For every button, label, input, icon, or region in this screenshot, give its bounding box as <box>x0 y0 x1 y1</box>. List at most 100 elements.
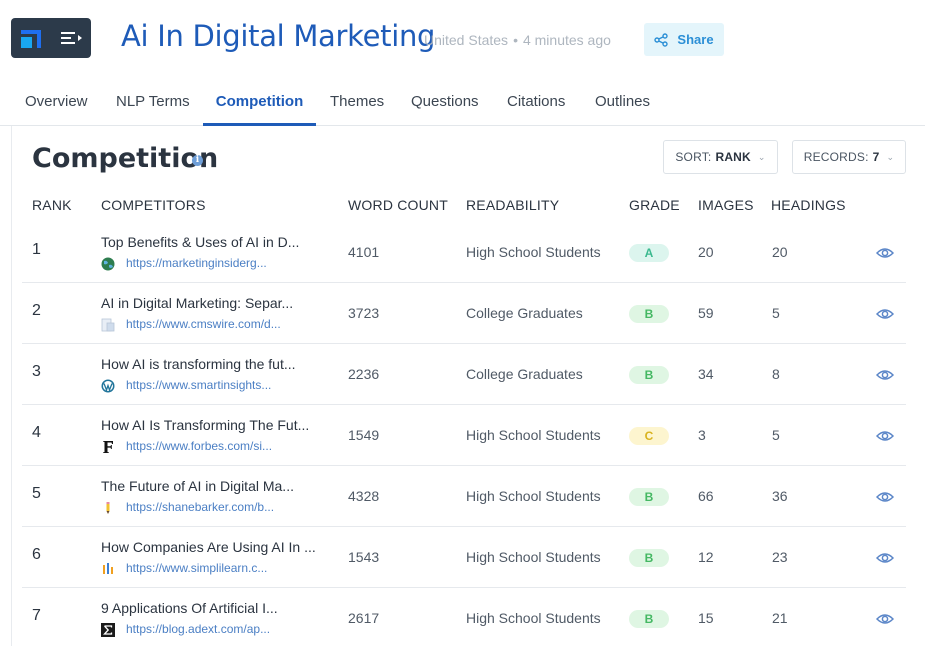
info-icon[interactable]: i <box>192 155 203 166</box>
word-count: 4101 <box>348 244 380 260</box>
column-header-competitors[interactable]: COMPETITORS <box>101 197 206 213</box>
competitor-url[interactable]: https://marketinginsiderg... <box>126 256 267 270</box>
sigma-icon <box>101 623 115 637</box>
competitor-url[interactable]: https://www.forbes.com/si... <box>126 439 272 453</box>
app-menu-button[interactable] <box>11 18 91 58</box>
top-header: Ai In Digital Marketing United States • 4 … <box>0 0 925 78</box>
readability: High School Students <box>466 244 601 260</box>
grade-badge: A <box>629 244 669 262</box>
table-row[interactable]: 7 9 Applications Of Artificial I... http… <box>22 588 906 646</box>
competition-panel: Competition i SORT: RANK ⌄ RECORDS: 7 ⌄ RANK… <box>11 126 925 646</box>
share-button[interactable]: Share <box>644 23 724 56</box>
grade-badge: B <box>629 610 669 628</box>
competitor-title[interactable]: How Companies Are Using AI In ... <box>101 539 316 555</box>
competitor-title[interactable]: How AI Is Transforming The Fut... <box>101 417 309 433</box>
rank-value: 6 <box>32 546 41 563</box>
wordpress-icon <box>101 379 115 393</box>
headings-count: 8 <box>772 366 780 382</box>
table-row[interactable]: 1 Top Benefits & Uses of AI in D... http… <box>22 222 906 283</box>
tab-citations[interactable]: Citations <box>507 80 565 126</box>
headings-count: 20 <box>772 244 788 260</box>
readability: College Graduates <box>466 366 583 382</box>
sort-dropdown[interactable]: SORT: RANK ⌄ <box>663 140 778 174</box>
tab-overview[interactable]: Overview <box>25 80 88 126</box>
share-label: Share <box>677 32 714 47</box>
globe-icon <box>101 257 115 271</box>
column-header-word-count[interactable]: WORD COUNT <box>348 197 448 213</box>
column-header-images[interactable]: IMAGES <box>698 197 754 213</box>
competitor-url[interactable]: https://www.smartinsights... <box>126 378 271 392</box>
competitor-url[interactable]: https://www.simplilearn.c... <box>126 561 267 575</box>
eye-icon[interactable] <box>876 612 894 626</box>
tab-nlp-terms[interactable]: NLP Terms <box>116 80 190 126</box>
competitor-title[interactable]: 9 Applications Of Artificial I... <box>101 600 278 616</box>
images-count: 12 <box>698 549 714 565</box>
tab-themes[interactable]: Themes <box>330 80 384 126</box>
meta-separator: • <box>513 32 518 48</box>
chevron-down-icon: ⌄ <box>886 151 895 162</box>
records-label: RECORDS: <box>803 150 869 164</box>
images-count: 3 <box>698 427 706 443</box>
headings-count: 23 <box>772 549 788 565</box>
table-row[interactable]: 4 How AI Is Transforming The Fut... http… <box>22 405 906 466</box>
rank-value: 1 <box>32 241 41 258</box>
readability: High School Students <box>466 488 601 504</box>
table-row[interactable]: 2 AI in Digital Marketing: Separ... http… <box>22 283 906 344</box>
page-title: Ai In Digital Marketing <box>121 19 436 53</box>
images-count: 15 <box>698 610 714 626</box>
images-count: 66 <box>698 488 714 504</box>
column-header-grade[interactable]: GRADE <box>629 197 680 213</box>
competitor-title[interactable]: How AI is transforming the fut... <box>101 356 296 372</box>
readability: High School Students <box>466 427 601 443</box>
headings-count: 5 <box>772 305 780 321</box>
grade-badge: B <box>629 305 669 323</box>
word-count: 4328 <box>348 488 380 504</box>
tab-bar: Overview NLP Terms Competition Themes Qu… <box>0 80 925 126</box>
tab-outlines[interactable]: Outlines <box>595 80 650 126</box>
images-count: 34 <box>698 366 714 382</box>
competitor-url[interactable]: https://www.cmswire.com/d... <box>126 317 281 331</box>
records-dropdown[interactable]: RECORDS: 7 ⌄ <box>792 140 906 174</box>
grade-badge: B <box>629 366 669 384</box>
tab-questions[interactable]: Questions <box>411 80 479 126</box>
column-header-headings[interactable]: HEADINGS <box>771 197 846 213</box>
column-header-readability[interactable]: READABILITY <box>466 197 559 213</box>
images-count: 59 <box>698 305 714 321</box>
rank-value: 5 <box>32 485 41 502</box>
grade-badge: C <box>629 427 669 445</box>
column-header-rank[interactable]: RANK <box>32 197 72 213</box>
tab-competition[interactable]: Competition <box>203 80 316 126</box>
headings-count: 21 <box>772 610 788 626</box>
eye-icon[interactable] <box>876 368 894 382</box>
readability: College Graduates <box>466 305 583 321</box>
word-count: 3723 <box>348 305 380 321</box>
table-row[interactable]: 3 How AI is transforming the fut... http… <box>22 344 906 405</box>
chevron-down-icon: ⌄ <box>757 151 766 162</box>
bars-icon <box>103 563 113 574</box>
eye-icon[interactable] <box>876 246 894 260</box>
table-row[interactable]: 5 The Future of AI in Digital Ma... http… <box>22 466 906 527</box>
eye-icon[interactable] <box>876 490 894 504</box>
competitor-url[interactable]: https://shanebarker.com/b... <box>126 500 274 514</box>
eye-icon[interactable] <box>876 429 894 443</box>
word-count: 1543 <box>348 549 380 565</box>
table-row[interactable]: 6 How Companies Are Using AI In ... http… <box>22 527 906 588</box>
forbes-f-icon <box>103 441 113 453</box>
pencil-icon <box>106 502 110 514</box>
updated-time: 4 minutes ago <box>522 32 611 48</box>
word-count: 2617 <box>348 610 380 626</box>
share-icon <box>654 32 669 47</box>
headings-count: 36 <box>772 488 788 504</box>
eye-icon[interactable] <box>876 551 894 565</box>
competitor-title[interactable]: AI in Digital Marketing: Separ... <box>101 295 293 311</box>
sort-value: RANK <box>715 150 751 164</box>
section-title: Competition <box>32 143 219 174</box>
eye-icon[interactable] <box>876 307 894 321</box>
word-count: 2236 <box>348 366 380 382</box>
app-logo-icon <box>21 30 41 48</box>
document-icon <box>101 318 115 332</box>
competitor-url[interactable]: https://blog.adext.com/ap... <box>126 622 270 636</box>
competitor-title[interactable]: Top Benefits & Uses of AI in D... <box>101 234 299 250</box>
region-label: United States <box>424 32 509 48</box>
competitor-title[interactable]: The Future of AI in Digital Ma... <box>101 478 294 494</box>
